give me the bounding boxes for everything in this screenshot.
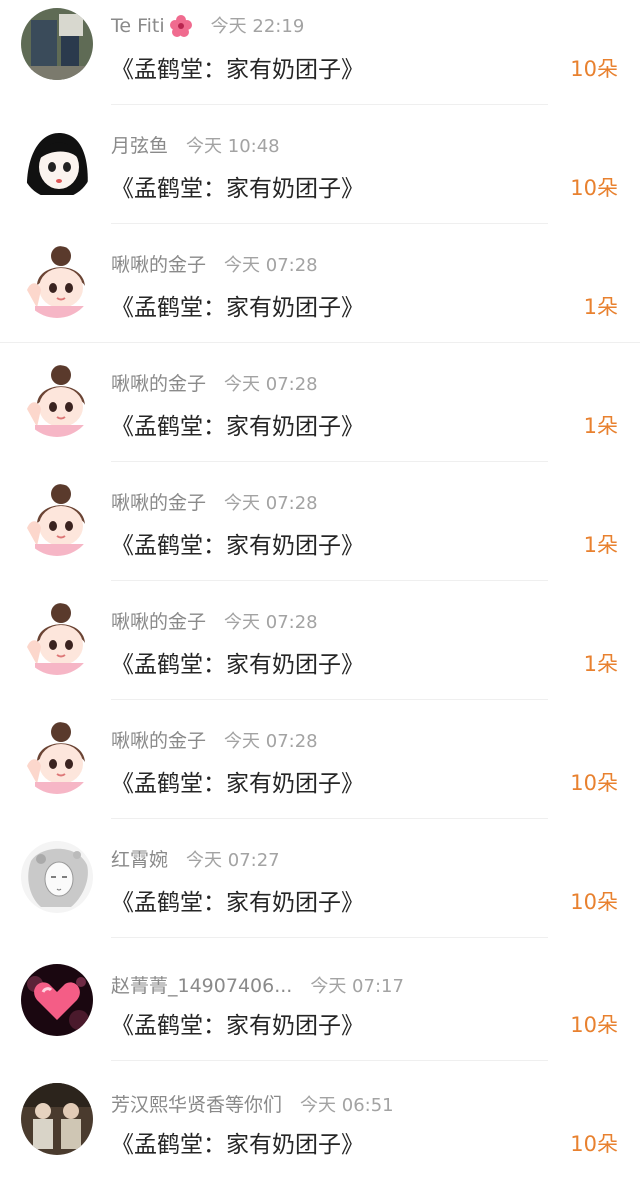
gift-title: 《孟鹤堂：家有奶团子》	[111, 295, 364, 321]
divider	[111, 461, 548, 462]
divider	[111, 1060, 548, 1061]
gift-title: 《孟鹤堂：家有奶团子》	[111, 1132, 364, 1158]
user-name[interactable]: Te Fiti	[111, 15, 165, 37]
timestamp: 今天 07:28	[224, 493, 318, 514]
user-name[interactable]: 啾啾的金子	[111, 611, 206, 633]
timestamp: 今天 07:17	[310, 976, 404, 997]
avatar[interactable]	[21, 8, 93, 80]
gift-title: 《孟鹤堂：家有奶团子》	[111, 533, 364, 559]
flower-icon	[169, 14, 193, 42]
gift-title: 《孟鹤堂：家有奶团子》	[111, 1013, 364, 1039]
gift-title: 《孟鹤堂：家有奶团子》	[111, 176, 364, 202]
divider	[111, 104, 548, 105]
avatar[interactable]	[21, 127, 93, 199]
list-item[interactable]: 啾啾的金子 今天 07:28 《孟鹤堂：家有奶团子》 1朵	[0, 357, 640, 476]
timestamp: 今天 10:48	[186, 136, 280, 157]
gift-list: Te Fiti 今天 22:19 《孟鹤堂：家有奶团子》 10朵 月弦鱼 今天 10…	[0, 0, 640, 1199]
list-item[interactable]: 啾啾的金子 今天 07:28 《孟鹤堂：家有奶团子》 1朵	[0, 238, 640, 357]
list-item[interactable]: Te Fiti 今天 22:19 《孟鹤堂：家有奶团子》 10朵	[0, 0, 640, 119]
gift-title: 《孟鹤堂：家有奶团子》	[111, 771, 364, 797]
flower-count: 1朵	[583, 414, 618, 438]
timestamp: 今天 06:51	[300, 1095, 394, 1116]
user-name[interactable]: 啾啾的金子	[111, 254, 206, 276]
list-item[interactable]: 月弦鱼 今天 10:48 《孟鹤堂：家有奶团子》 10朵	[0, 119, 640, 238]
timestamp: 今天 07:28	[224, 255, 318, 276]
avatar[interactable]	[21, 603, 93, 675]
divider	[111, 580, 548, 581]
flower-count: 1朵	[583, 533, 618, 557]
list-item[interactable]: 赵菁菁_14907406... 今天 07:17 《孟鹤堂：家有奶团子》 10朵	[0, 952, 640, 1071]
flower-count: 10朵	[570, 890, 618, 914]
list-item[interactable]: 啾啾的金子 今天 07:28 《孟鹤堂：家有奶团子》 1朵	[0, 476, 640, 595]
avatar[interactable]	[21, 964, 93, 1036]
list-item[interactable]: 啾啾的金子 今天 07:28 《孟鹤堂：家有奶团子》 1朵	[0, 595, 640, 714]
user-name[interactable]: 啾啾的金子	[111, 730, 206, 752]
avatar[interactable]	[21, 1083, 93, 1155]
user-name[interactable]: 啾啾的金子	[111, 373, 206, 395]
avatar[interactable]	[21, 246, 93, 318]
flower-count: 1朵	[583, 652, 618, 676]
avatar[interactable]	[21, 365, 93, 437]
flower-count: 10朵	[570, 1132, 618, 1156]
divider	[0, 342, 640, 343]
user-name[interactable]: 红霄婉	[111, 849, 168, 871]
list-item[interactable]: 红霄婉 今天 07:27 《孟鹤堂：家有奶团子》 10朵	[0, 833, 640, 952]
timestamp: 今天 07:28	[224, 731, 318, 752]
divider	[111, 818, 548, 819]
gift-title: 《孟鹤堂：家有奶团子》	[111, 890, 364, 916]
avatar[interactable]	[21, 484, 93, 556]
gift-title: 《孟鹤堂：家有奶团子》	[111, 57, 364, 83]
gift-title: 《孟鹤堂：家有奶团子》	[111, 414, 364, 440]
flower-count: 10朵	[570, 771, 618, 795]
avatar[interactable]	[21, 722, 93, 794]
divider	[111, 699, 548, 700]
timestamp: 今天 22:19	[210, 16, 305, 37]
flower-count: 10朵	[570, 176, 618, 200]
list-item[interactable]: 芳汉熙华贤香等你们 今天 06:51 《孟鹤堂：家有奶团子》 10朵	[0, 1075, 640, 1194]
list-item[interactable]: 啾啾的金子 今天 07:28 《孟鹤堂：家有奶团子》 10朵	[0, 714, 640, 833]
user-name[interactable]: 月弦鱼	[111, 135, 168, 157]
divider	[111, 223, 548, 224]
user-name[interactable]: 芳汉熙华贤香等你们	[111, 1094, 282, 1116]
flower-count: 10朵	[570, 57, 618, 81]
timestamp: 今天 07:28	[224, 612, 318, 633]
timestamp: 今天 07:28	[224, 374, 318, 395]
avatar[interactable]	[21, 841, 93, 913]
timestamp: 今天 07:27	[186, 850, 280, 871]
divider	[111, 937, 548, 938]
user-name[interactable]: 啾啾的金子	[111, 492, 206, 514]
gift-title: 《孟鹤堂：家有奶团子》	[111, 652, 364, 678]
flower-count: 10朵	[570, 1013, 618, 1037]
flower-count: 1朵	[583, 295, 618, 319]
user-name[interactable]: 赵菁菁_14907406...	[111, 975, 292, 997]
